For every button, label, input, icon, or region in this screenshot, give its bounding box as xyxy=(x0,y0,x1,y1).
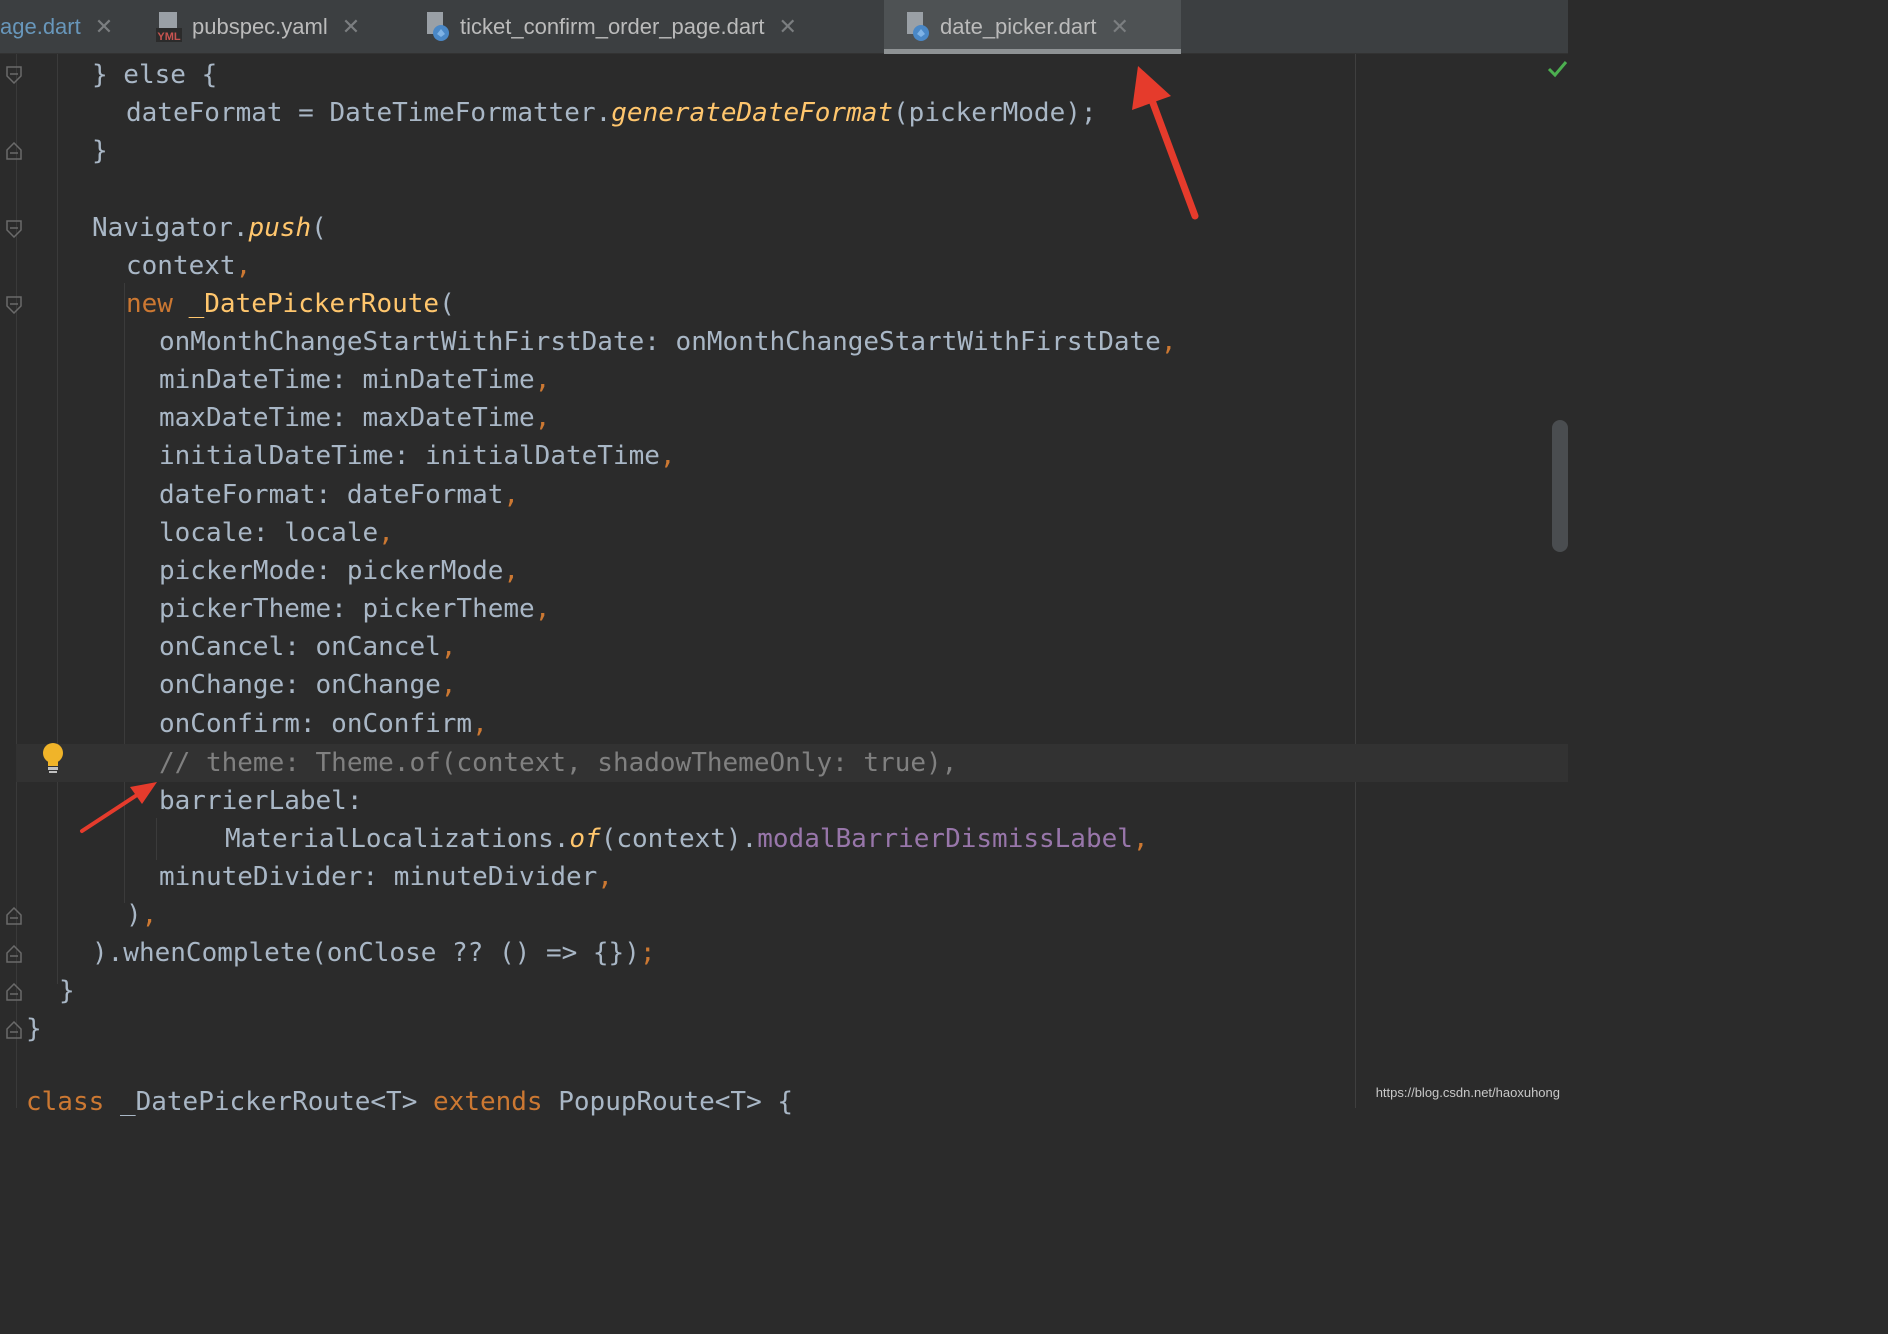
code-text: // theme: Theme.of(context, shadowThemeO… xyxy=(159,748,958,778)
code-text: initialDateTime: initialDateTime xyxy=(159,441,660,471)
code-line: onChange: onChange, xyxy=(159,670,457,700)
code-text: PopupRoute<T> { xyxy=(558,1087,794,1117)
fold-icon[interactable] xyxy=(6,1021,22,1039)
code-line: onConfirm: onConfirm, xyxy=(159,709,488,739)
indent-guide xyxy=(57,54,58,984)
code-text: ( xyxy=(311,213,327,243)
close-icon[interactable]: ✕ xyxy=(342,14,360,40)
fold-icon[interactable] xyxy=(6,907,22,925)
code-text: barrierLabel: xyxy=(159,786,363,816)
code-text: of xyxy=(569,824,601,854)
fold-icon[interactable] xyxy=(6,945,22,963)
check-icon xyxy=(1547,61,1568,78)
code-editor[interactable]: } else { dateFormat = DateTimeFormatter.… xyxy=(0,54,1568,1117)
code-line: pickerMode: pickerMode, xyxy=(159,556,520,586)
tab-ticket-confirm-order-page[interactable]: ticket_confirm_order_page.dart ✕ xyxy=(424,0,797,54)
code-text: onMonthChangeStartWithFirstDate: onMonth… xyxy=(159,327,1161,357)
code-line: onMonthChangeStartWithFirstDate: onMonth… xyxy=(159,327,1177,357)
code-text: minDateTime: minDateTime xyxy=(159,365,535,395)
code-text: modalBarrierDismissLabel xyxy=(757,824,1133,854)
code-line: } xyxy=(92,132,108,170)
fold-icon[interactable] xyxy=(6,66,22,84)
code-text: onChange: onChange xyxy=(159,670,441,700)
code-text: } xyxy=(26,1014,42,1044)
code-line: } xyxy=(26,1010,42,1048)
close-icon[interactable]: ✕ xyxy=(95,14,113,40)
close-icon[interactable]: ✕ xyxy=(779,14,797,40)
code-text: context xyxy=(126,251,236,281)
code-text: MaterialLocalizations. xyxy=(225,824,570,854)
code-text: push xyxy=(248,213,312,243)
code-text: (pickerMode); xyxy=(893,98,1097,128)
code-text: locale: locale xyxy=(159,518,379,548)
code-line: ), xyxy=(126,900,158,930)
code-text: ) xyxy=(126,900,142,930)
tab-page-dart[interactable]: age.dart ✕ xyxy=(0,0,113,54)
scrollbar-thumb[interactable] xyxy=(1552,420,1568,552)
code-text: dateFormat = DateTimeFormatter. xyxy=(126,98,612,128)
right-margin-guide xyxy=(1355,54,1356,1108)
code-text: new xyxy=(126,289,173,319)
code-line: locale: locale, xyxy=(159,518,394,548)
code-text: } xyxy=(59,976,75,1006)
dart-file-icon xyxy=(424,12,450,42)
yaml-file-icon: YML xyxy=(156,12,182,43)
code-line: barrierLabel: xyxy=(159,782,363,820)
code-line: MaterialLocalizations.of(context).modalB… xyxy=(225,824,1149,854)
code-text: pickerMode: pickerMode xyxy=(159,556,504,586)
indent-guide xyxy=(124,283,125,903)
code-text: _DatePickerRoute<T> xyxy=(119,1087,418,1117)
code-comment-line: // theme: Theme.of(context, shadowThemeO… xyxy=(159,744,957,782)
close-icon[interactable]: ✕ xyxy=(1111,14,1129,40)
tab-label: date_picker.dart xyxy=(940,14,1097,39)
code-line: pickerTheme: pickerTheme, xyxy=(159,594,551,624)
code-text: (context). xyxy=(600,824,758,854)
dart-file-icon xyxy=(904,12,930,42)
code-line: new _DatePickerRoute( xyxy=(126,289,455,319)
code-text: } xyxy=(92,136,108,166)
code-line: minuteDivider: minuteDivider, xyxy=(159,862,613,892)
code-text: onConfirm: onConfirm xyxy=(159,709,473,739)
svg-text:YML: YML xyxy=(157,31,181,42)
code-line: } else { xyxy=(92,56,217,94)
tab-label: age.dart xyxy=(0,14,81,39)
indent-guide xyxy=(156,818,157,860)
tab-date-picker[interactable]: date_picker.dart ✕ xyxy=(884,0,1181,54)
code-line: dateFormat = DateTimeFormatter.generateD… xyxy=(126,94,1097,132)
watermark: https://blog.csdn.net/haoxuhong xyxy=(1375,1085,1560,1100)
code-line: } xyxy=(59,972,75,1010)
code-text: extends xyxy=(433,1087,543,1117)
code-text: } else { xyxy=(92,60,218,90)
code-line: ).whenComplete(onClose ?? () => {}); xyxy=(92,938,656,968)
code-text: ).whenComplete(onClose ?? () => {}) xyxy=(92,938,640,968)
fold-icon[interactable] xyxy=(6,142,22,160)
code-text: class xyxy=(26,1087,105,1117)
code-text: minuteDivider: minuteDivider xyxy=(159,862,598,892)
code-text: onCancel: onCancel xyxy=(159,632,441,662)
code-text: dateFormat: dateFormat xyxy=(159,480,504,510)
code-text: Navigator. xyxy=(92,213,249,243)
tab-label: pubspec.yaml xyxy=(192,14,328,39)
fold-icon[interactable] xyxy=(6,220,22,238)
code-line: minDateTime: minDateTime, xyxy=(159,365,551,395)
code-line: onCancel: onCancel, xyxy=(159,632,457,662)
code-line: Navigator.push( xyxy=(92,209,327,247)
editor-tab-bar: age.dart ✕ YML pubspec.yaml ✕ ticket_con… xyxy=(0,0,1568,54)
tab-pubspec-yaml[interactable]: YML pubspec.yaml ✕ xyxy=(156,0,360,54)
lightbulb-icon[interactable] xyxy=(40,742,66,774)
code-line: maxDateTime: maxDateTime, xyxy=(159,403,551,433)
code-text: _DatePickerRoute xyxy=(188,289,440,319)
fold-icon[interactable] xyxy=(6,296,22,314)
code-line: context, xyxy=(126,251,252,281)
tab-label: ticket_confirm_order_page.dart xyxy=(460,14,765,39)
code-text: generateDateFormat xyxy=(611,98,894,128)
code-line: dateFormat: dateFormat, xyxy=(159,480,520,510)
code-line: class _DatePickerRoute<T> extends PopupR… xyxy=(26,1083,793,1121)
code-text: maxDateTime: maxDateTime xyxy=(159,403,535,433)
code-line: initialDateTime: initialDateTime, xyxy=(159,441,676,471)
code-text: pickerTheme: pickerTheme xyxy=(159,594,535,624)
fold-icon[interactable] xyxy=(6,983,22,1001)
